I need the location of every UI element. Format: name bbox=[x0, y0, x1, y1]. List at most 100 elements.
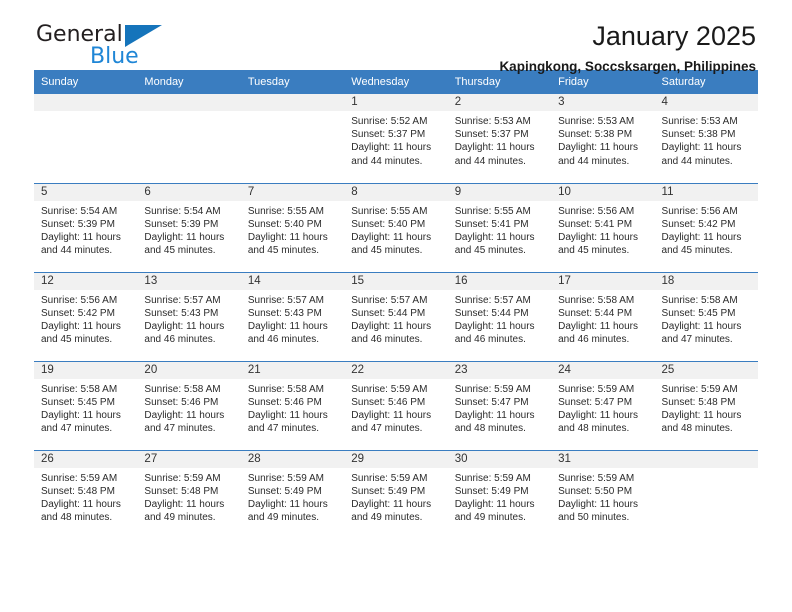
day-number: 2 bbox=[447, 94, 552, 111]
day-details: Sunrise: 5:59 AM Sunset: 5:48 PM Daylight:… bbox=[655, 379, 758, 436]
day-number: 14 bbox=[240, 272, 345, 290]
day-cell[interactable]: 27 Sunrise: 5:59 AM Sunset: 5:48 PM Dayligh… bbox=[137, 449, 241, 539]
day-cell[interactable]: 9 Sunrise: 5:55 AM Sunset: 5:41 PM Daylight… bbox=[447, 182, 552, 272]
day-number: 1 bbox=[344, 94, 448, 111]
day-cell[interactable]: 6 Sunrise: 5:54 AM Sunset: 5:39 PM Daylight… bbox=[137, 182, 241, 272]
daylight-text-line1: Daylight: 11 hours bbox=[144, 231, 225, 243]
day-number bbox=[240, 94, 345, 111]
daylight-text-line2: and 50 minutes. bbox=[558, 512, 630, 524]
sunset-text: Sunset: 5:43 PM bbox=[247, 307, 322, 319]
day-details: Sunrise: 5:59 AM Sunset: 5:49 PM Daylight:… bbox=[344, 468, 447, 525]
sunrise-text: Sunrise: 5:57 AM bbox=[144, 294, 221, 306]
day-cell[interactable]: 18 Sunrise: 5:58 AM Sunset: 5:45 PM Dayligh… bbox=[654, 271, 758, 361]
day-cell[interactable]: 17 Sunrise: 5:58 AM Sunset: 5:44 PM Dayligh… bbox=[551, 271, 655, 361]
day-number: 17 bbox=[551, 272, 655, 290]
daylight-text-line1: Daylight: 11 hours bbox=[351, 320, 432, 332]
day-cell[interactable]: 8 Sunrise: 5:55 AM Sunset: 5:40 PM Daylight… bbox=[344, 182, 448, 272]
daylight-text-line2: and 45 minutes. bbox=[558, 245, 630, 257]
sunset-text: Sunset: 5:49 PM bbox=[351, 485, 426, 497]
day-details: Sunrise: 5:59 AM Sunset: 5:46 PM Daylight:… bbox=[344, 379, 447, 436]
day-cell[interactable]: 23 Sunrise: 5:59 AM Sunset: 5:47 PM Dayligh… bbox=[447, 360, 552, 450]
day-cell[interactable]: 11 Sunrise: 5:56 AM Sunset: 5:42 PM Dayligh… bbox=[654, 182, 758, 272]
sunset-text: Sunset: 5:45 PM bbox=[41, 396, 115, 408]
sunset-text: Sunset: 5:48 PM bbox=[41, 485, 115, 497]
daylight-text-line2: and 45 minutes. bbox=[454, 245, 526, 257]
day-number: 7 bbox=[240, 183, 345, 201]
day-cell[interactable]: 2 Sunrise: 5:53 AM Sunset: 5:37 PM Daylight… bbox=[447, 94, 552, 183]
day-number: 5 bbox=[34, 183, 138, 201]
day-cell[interactable]: 26 Sunrise: 5:59 AM Sunset: 5:48 PM Dayligh… bbox=[34, 449, 138, 539]
daylight-text-line2: and 48 minutes. bbox=[41, 512, 113, 524]
sunset-text: Sunset: 5:39 PM bbox=[144, 218, 219, 230]
day-details: Sunrise: 5:59 AM Sunset: 5:49 PM Daylight:… bbox=[241, 468, 344, 525]
daylight-text-line2: and 48 minutes. bbox=[661, 423, 733, 435]
day-cell[interactable]: 7 Sunrise: 5:55 AM Sunset: 5:40 PM Daylight… bbox=[240, 182, 345, 272]
daylight-text-line2: and 46 minutes. bbox=[454, 334, 526, 346]
page-header: General Blue January 2025 Kapingkong, So… bbox=[34, 0, 758, 75]
day-number bbox=[654, 450, 758, 468]
sunset-text: Sunset: 5:37 PM bbox=[454, 129, 529, 141]
daylight-text-line2: and 45 minutes. bbox=[144, 245, 216, 257]
day-cell[interactable]: 13 Sunrise: 5:57 AM Sunset: 5:43 PM Dayligh… bbox=[137, 271, 241, 361]
day-cell[interactable]: 10 Sunrise: 5:56 AM Sunset: 5:41 PM Dayligh… bbox=[551, 182, 655, 272]
daylight-text-line1: Daylight: 11 hours bbox=[351, 142, 432, 154]
daylight-text-line2: and 47 minutes. bbox=[144, 423, 216, 435]
daylight-text-line2: and 47 minutes. bbox=[41, 423, 113, 435]
sunrise-text: Sunrise: 5:58 AM bbox=[41, 383, 118, 395]
day-number: 20 bbox=[137, 361, 241, 379]
daylight-text-line1: Daylight: 11 hours bbox=[247, 498, 328, 510]
day-cell[interactable]: 4 Sunrise: 5:53 AM Sunset: 5:38 PM Daylight… bbox=[654, 94, 758, 183]
daylight-text-line2: and 49 minutes. bbox=[351, 512, 423, 524]
day-details: Sunrise: 5:59 AM Sunset: 5:48 PM Daylight:… bbox=[34, 468, 137, 525]
day-details bbox=[137, 111, 240, 115]
sunrise-sunset-calendar: Sunday Monday Tuesday Wednesday Thursday… bbox=[34, 70, 758, 539]
day-cell[interactable]: 21 Sunrise: 5:58 AM Sunset: 5:46 PM Dayligh… bbox=[240, 360, 345, 450]
daylight-text-line2: and 44 minutes. bbox=[41, 245, 113, 257]
daylight-text-line1: Daylight: 11 hours bbox=[558, 142, 638, 154]
sunrise-text: Sunrise: 5:59 AM bbox=[558, 383, 635, 395]
day-cell[interactable]: 3 Sunrise: 5:53 AM Sunset: 5:38 PM Daylight… bbox=[551, 94, 655, 183]
day-cell[interactable]: 29 Sunrise: 5:59 AM Sunset: 5:49 PM Dayligh… bbox=[344, 449, 448, 539]
sunrise-text: Sunrise: 5:53 AM bbox=[454, 116, 531, 127]
day-cell[interactable]: 5 Sunrise: 5:54 AM Sunset: 5:39 PM Daylight… bbox=[34, 182, 138, 272]
daylight-text-line2: and 48 minutes. bbox=[558, 423, 630, 435]
sunset-text: Sunset: 5:49 PM bbox=[454, 485, 529, 497]
day-details: Sunrise: 5:59 AM Sunset: 5:48 PM Daylight:… bbox=[137, 468, 240, 525]
page-subtitle: Kapingkong, Soccsksargen, Philippines bbox=[499, 59, 756, 75]
sunrise-text: Sunrise: 5:59 AM bbox=[144, 472, 221, 484]
general-blue-logo[interactable]: General Blue bbox=[34, 22, 169, 74]
daylight-text-line2: and 49 minutes. bbox=[247, 512, 320, 524]
sunrise-text: Sunrise: 5:58 AM bbox=[144, 383, 221, 395]
day-cell[interactable]: 1 Sunrise: 5:52 AM Sunset: 5:37 PM Daylight… bbox=[344, 94, 448, 183]
daylight-text-line1: Daylight: 11 hours bbox=[558, 320, 638, 332]
day-cell bbox=[137, 94, 241, 183]
day-cell[interactable]: 16 Sunrise: 5:57 AM Sunset: 5:44 PM Dayligh… bbox=[447, 271, 552, 361]
day-number: 28 bbox=[240, 450, 345, 468]
day-cell[interactable]: 30 Sunrise: 5:59 AM Sunset: 5:49 PM Dayligh… bbox=[447, 449, 552, 539]
day-number: 22 bbox=[344, 361, 448, 379]
day-cell[interactable]: 25 Sunrise: 5:59 AM Sunset: 5:48 PM Dayligh… bbox=[654, 360, 758, 450]
day-cell[interactable]: 14 Sunrise: 5:57 AM Sunset: 5:43 PM Dayligh… bbox=[240, 271, 345, 361]
daylight-text-line1: Daylight: 11 hours bbox=[558, 409, 638, 421]
day-cell[interactable]: 15 Sunrise: 5:57 AM Sunset: 5:44 PM Dayligh… bbox=[344, 271, 448, 361]
day-number: 13 bbox=[137, 272, 241, 290]
daylight-text-line2: and 44 minutes. bbox=[454, 155, 526, 167]
day-details bbox=[655, 468, 758, 472]
daylight-text-line2: and 45 minutes. bbox=[41, 334, 113, 346]
daylight-text-line1: Daylight: 11 hours bbox=[661, 320, 742, 332]
day-number: 8 bbox=[344, 183, 448, 201]
sunrise-text: Sunrise: 5:59 AM bbox=[351, 383, 428, 395]
day-cell[interactable]: 31 Sunrise: 5:59 AM Sunset: 5:50 PM Dayligh… bbox=[551, 449, 655, 539]
daylight-text-line2: and 44 minutes. bbox=[558, 155, 630, 167]
calendar-week-row: 19 Sunrise: 5:58 AM Sunset: 5:45 PM Dayligh… bbox=[34, 360, 758, 450]
day-details: Sunrise: 5:57 AM Sunset: 5:44 PM Daylight:… bbox=[448, 290, 551, 347]
day-cell[interactable]: 20 Sunrise: 5:58 AM Sunset: 5:46 PM Dayligh… bbox=[137, 360, 241, 450]
day-number bbox=[34, 94, 138, 111]
day-cell[interactable]: 28 Sunrise: 5:59 AM Sunset: 5:49 PM Dayligh… bbox=[240, 449, 345, 539]
day-cell[interactable]: 24 Sunrise: 5:59 AM Sunset: 5:47 PM Dayligh… bbox=[551, 360, 655, 450]
sunset-text: Sunset: 5:46 PM bbox=[247, 396, 322, 408]
day-cell[interactable]: 22 Sunrise: 5:59 AM Sunset: 5:46 PM Dayligh… bbox=[344, 360, 448, 450]
day-cell[interactable]: 19 Sunrise: 5:58 AM Sunset: 5:45 PM Dayligh… bbox=[34, 360, 138, 450]
day-cell[interactable]: 12 Sunrise: 5:56 AM Sunset: 5:42 PM Dayligh… bbox=[34, 271, 138, 361]
daylight-text-line1: Daylight: 11 hours bbox=[144, 498, 225, 510]
